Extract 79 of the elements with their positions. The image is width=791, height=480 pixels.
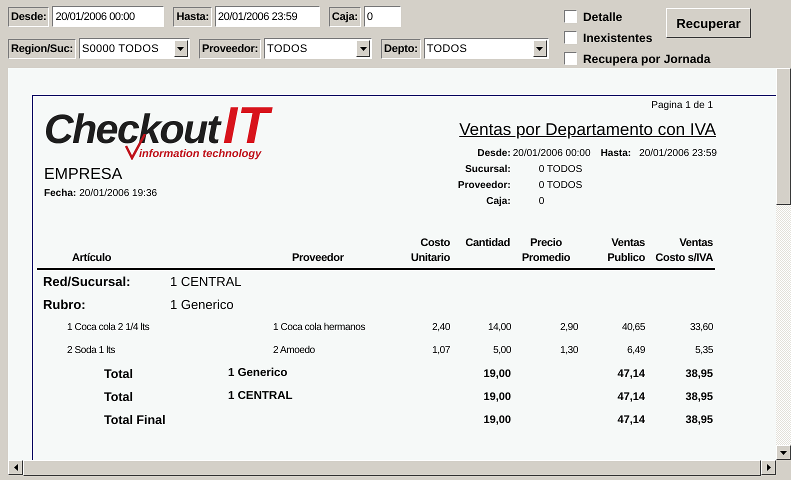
- table-cell-text: 19,00: [482, 414, 512, 426]
- param-value: 20/01/2006 00:00: [512, 148, 591, 158]
- recuperar-button[interactable]: Recuperar: [666, 8, 751, 38]
- column-header: Ventas Publico: [606, 236, 645, 266]
- table-cell-text: 1 Coca cola 2 1/4 lts: [66, 322, 150, 333]
- column-header: Cantidad: [464, 236, 511, 251]
- table-cell-text: 6,49: [626, 345, 645, 356]
- column-header: Costo Unitario: [410, 236, 450, 266]
- date-value: 20/01/2006 19:36: [79, 188, 158, 199]
- scroll-down-icon[interactable]: [776, 445, 791, 460]
- scroll-right-icon[interactable]: [761, 460, 776, 475]
- column-header: Artículo: [71, 251, 112, 266]
- input-field[interactable]: 20/01/2006 23:59: [214, 6, 320, 27]
- table-cell-text: 2 Soda 1 lts: [66, 345, 116, 356]
- param-value: 0: [538, 196, 544, 206]
- group-value: 1 Generico: [170, 297, 234, 312]
- field-label: Desde:: [8, 6, 50, 26]
- total-label: Total: [104, 366, 134, 380]
- input-field[interactable]: 0: [364, 6, 401, 27]
- checkbox-label[interactable]: Inexistentes: [583, 30, 652, 44]
- param-value: 20/01/2006 23:59: [639, 148, 717, 158]
- total-label: Total Final: [104, 412, 167, 426]
- vertical-scrollbar[interactable]: [776, 68, 791, 460]
- field-label: Hasta:: [173, 6, 212, 26]
- company-name: EMPRESA: [44, 166, 124, 184]
- table-cell-text: 38,95: [684, 390, 714, 402]
- table-cell-text: 47,14: [616, 390, 645, 402]
- table-cell-text: 2,90: [559, 322, 578, 333]
- table-cell-text: 33,60: [688, 322, 714, 333]
- table-cell-text: 38,95: [684, 414, 714, 426]
- checkbox[interactable]: [564, 31, 577, 44]
- page-number: Pagina 1 de 1: [651, 100, 713, 111]
- table-cell-text: 19,00: [482, 368, 512, 380]
- checkbox[interactable]: [564, 52, 577, 65]
- input-field[interactable]: 20/01/2006 00:00: [52, 6, 164, 27]
- table-cell-text: 47,14: [616, 368, 645, 380]
- group-value: 1 CENTRAL: [170, 274, 242, 289]
- table-cell-text: 19,00: [482, 390, 512, 402]
- report-title: Ventas por Departamento con IVA: [459, 120, 716, 140]
- logo-drawing: CheckoutIT information technology: [44, 104, 294, 164]
- dropdown[interactable]: TODOS: [424, 38, 549, 59]
- field-label: Proveedor:: [198, 38, 262, 58]
- param-value: 0 TODOS: [538, 180, 582, 190]
- table-cell-text: 40,65: [620, 322, 645, 333]
- table-cell-text: 5,00: [492, 345, 512, 356]
- table-cell-text: 1,30: [559, 345, 578, 356]
- table-cell-text: 1,07: [431, 345, 450, 356]
- table-cell-text: 1 Coca cola hermanos: [272, 322, 366, 333]
- param-label: Sucursal:: [464, 164, 511, 174]
- param-label: Proveedor:: [456, 180, 511, 190]
- field-label: Caja:: [328, 6, 361, 26]
- scroll-thumb[interactable]: [776, 68, 791, 205]
- param-label: Caja:: [485, 196, 511, 206]
- table-cell-text: 5,35: [694, 345, 714, 356]
- checkbox-label[interactable]: Detalle: [583, 10, 622, 24]
- param-label: Hasta:: [600, 148, 632, 158]
- param-label: Desde:: [476, 148, 511, 158]
- total-value: 1 Generico: [228, 366, 288, 380]
- field-label: Region/Suc:: [8, 38, 76, 58]
- column-header: Proveedor: [291, 251, 345, 266]
- table-cell-text: 38,95: [684, 368, 714, 380]
- table-cell-text: 47,14: [616, 414, 645, 426]
- group-label: Rubro:: [43, 297, 87, 312]
- field-label: Depto:: [381, 38, 421, 58]
- checkbox-label[interactable]: Recupera por Jornada: [583, 52, 710, 66]
- date-label: Fecha:: [44, 188, 76, 199]
- table-cell-text: 14,00: [486, 322, 512, 333]
- table-cell-text: 2,40: [431, 322, 450, 333]
- total-label: Total: [104, 390, 134, 404]
- column-header: Precio Promedio: [520, 236, 572, 266]
- total-value: 1 CENTRAL: [228, 390, 293, 404]
- column-header: Ventas Costo s/IVA: [654, 236, 714, 266]
- checkbox[interactable]: [564, 10, 577, 23]
- param-value: 0 TODOS: [538, 164, 582, 174]
- group-label: Red/Sucursal:: [43, 274, 132, 289]
- dropdown[interactable]: TODOS: [264, 38, 372, 59]
- table-cell-text: 2 Amoedo: [272, 345, 316, 356]
- dropdown[interactable]: S0000 TODOS: [78, 38, 190, 59]
- scroll-left-icon[interactable]: [8, 460, 23, 475]
